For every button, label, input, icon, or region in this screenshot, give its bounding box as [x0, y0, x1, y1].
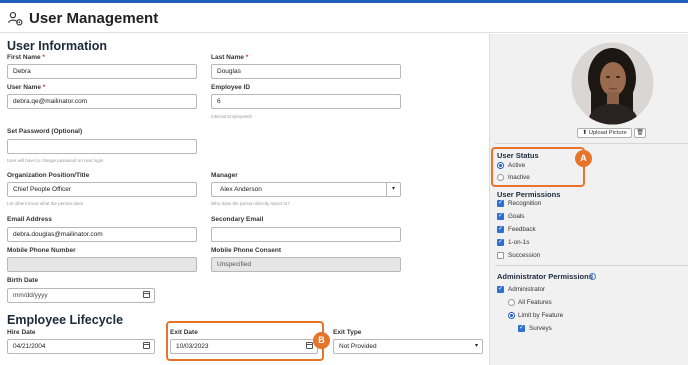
user-information-heading: User Information [7, 39, 108, 53]
position-input[interactable]: Chief People Officer [7, 182, 197, 197]
succession-label: Succession [508, 252, 541, 259]
employee-id-input[interactable]: 6 [211, 94, 401, 109]
position-hint: Let others know what the person does [7, 201, 84, 206]
exit-type-select[interactable]: Not Provided ▾ [333, 339, 483, 354]
email-input[interactable]: debra.douglas@mailinator.com [7, 227, 197, 242]
recognition-label: Recognition [508, 200, 542, 207]
email-label: Email Address [7, 216, 52, 223]
exit-date-value: 10/03/2023 [176, 343, 209, 350]
surveys-label: Surveys [529, 325, 552, 332]
hire-date-value: 04/21/2004 [13, 343, 46, 350]
exit-type-label: Exit Type [333, 329, 362, 336]
user-status-title: User Status [497, 151, 539, 160]
chevron-down-icon[interactable]: ▾ [386, 183, 400, 196]
first-name-input[interactable]: Debra [7, 64, 197, 79]
mobile-phone-input[interactable] [7, 257, 197, 272]
exit-date-label: Exit Date [170, 329, 198, 336]
delete-picture-button[interactable]: 🗑 [634, 128, 646, 138]
administrator-checkbox[interactable] [497, 285, 504, 293]
page-title: User Management [29, 10, 159, 27]
limit-by-feature-label: Limit by Feature [518, 312, 564, 319]
info-icon[interactable]: i [589, 273, 596, 280]
surveys-checkbox[interactable] [518, 324, 525, 332]
mobile-consent-input[interactable]: Unspecified [211, 257, 401, 272]
upload-icon: ⬆ [582, 130, 588, 136]
last-name-input[interactable]: Douglas [211, 64, 401, 79]
employee-lifecycle-heading: Employee Lifecycle [7, 313, 124, 327]
user-permissions-title: User Permissions [497, 190, 561, 199]
calendar-icon[interactable] [143, 291, 150, 298]
hire-date-input[interactable]: 04/21/2004 [7, 339, 155, 354]
trash-icon: 🗑 [636, 130, 644, 136]
callout-badge-b: B [313, 332, 330, 349]
page-header: User Management [0, 3, 688, 33]
position-label: Organization Position/Title [7, 172, 90, 179]
limit-by-feature-radio[interactable] [508, 312, 515, 319]
calendar-icon[interactable] [306, 342, 313, 349]
feedback-label: Feedback [508, 226, 536, 233]
avatar [571, 42, 654, 125]
manager-label: Manager [211, 172, 238, 179]
status-inactive-radio[interactable] [497, 174, 504, 181]
status-inactive-label: Inactive [508, 174, 530, 181]
password-hint: User will have to change password on nex… [7, 158, 104, 163]
admin-permissions-title: Administrator Permissions [497, 272, 593, 281]
administrator-label: Administrator [508, 286, 546, 293]
exit-date-input[interactable]: 10/03/2023 [170, 339, 318, 354]
status-active-radio[interactable] [497, 162, 504, 169]
last-name-label: Last Name * [211, 54, 249, 61]
mobile-consent-label: Mobile Phone Consent [211, 247, 282, 254]
recognition-checkbox[interactable] [497, 199, 504, 207]
secondary-email-label: Secondary Email [211, 216, 264, 223]
manager-value: Alex Anderson [220, 186, 262, 193]
manager-select[interactable]: Alex Anderson ▾ [211, 182, 401, 197]
callout-badge-a: A [575, 150, 592, 167]
one-on-ones-checkbox[interactable] [497, 238, 504, 246]
password-label: Set Password (Optional) [7, 128, 83, 135]
sidebar-divider [495, 265, 688, 266]
birth-date-label: Birth Date [7, 277, 39, 284]
manager-hint: Who does the person directly report to? [211, 201, 290, 206]
birth-date-placeholder: mm/dd/yyyy [13, 292, 48, 299]
all-features-radio[interactable] [508, 299, 515, 306]
feedback-checkbox[interactable] [497, 225, 504, 233]
password-input[interactable] [7, 139, 197, 154]
employee-id-hint: Internal EmployeeID [211, 114, 252, 119]
status-active-label: Active [508, 162, 526, 169]
first-name-label: First Name * [7, 54, 45, 61]
hire-date-label: Hire Date [7, 329, 36, 336]
goals-checkbox[interactable] [497, 212, 504, 220]
exit-type-value: Not Provided [339, 343, 377, 350]
employee-id-label: Employee ID [211, 84, 251, 91]
user-name-label: User Name * [7, 84, 46, 91]
all-features-label: All Features [518, 299, 552, 306]
sidebar-divider [495, 143, 688, 144]
user-name-input[interactable]: debra.qe@mailinator.com [7, 94, 197, 109]
chevron-down-icon: ▾ [474, 343, 478, 349]
goals-label: Goals [508, 213, 525, 220]
mobile-phone-label: Mobile Phone Number [7, 247, 76, 254]
calendar-icon[interactable] [143, 342, 150, 349]
one-on-ones-label: 1-on-1s [508, 239, 530, 246]
secondary-email-input[interactable] [211, 227, 401, 242]
birth-date-input[interactable]: mm/dd/yyyy [7, 288, 155, 303]
upload-picture-button[interactable]: ⬆ Upload Picture [577, 128, 632, 138]
succession-checkbox[interactable] [497, 252, 504, 259]
users-gear-icon [8, 11, 23, 26]
